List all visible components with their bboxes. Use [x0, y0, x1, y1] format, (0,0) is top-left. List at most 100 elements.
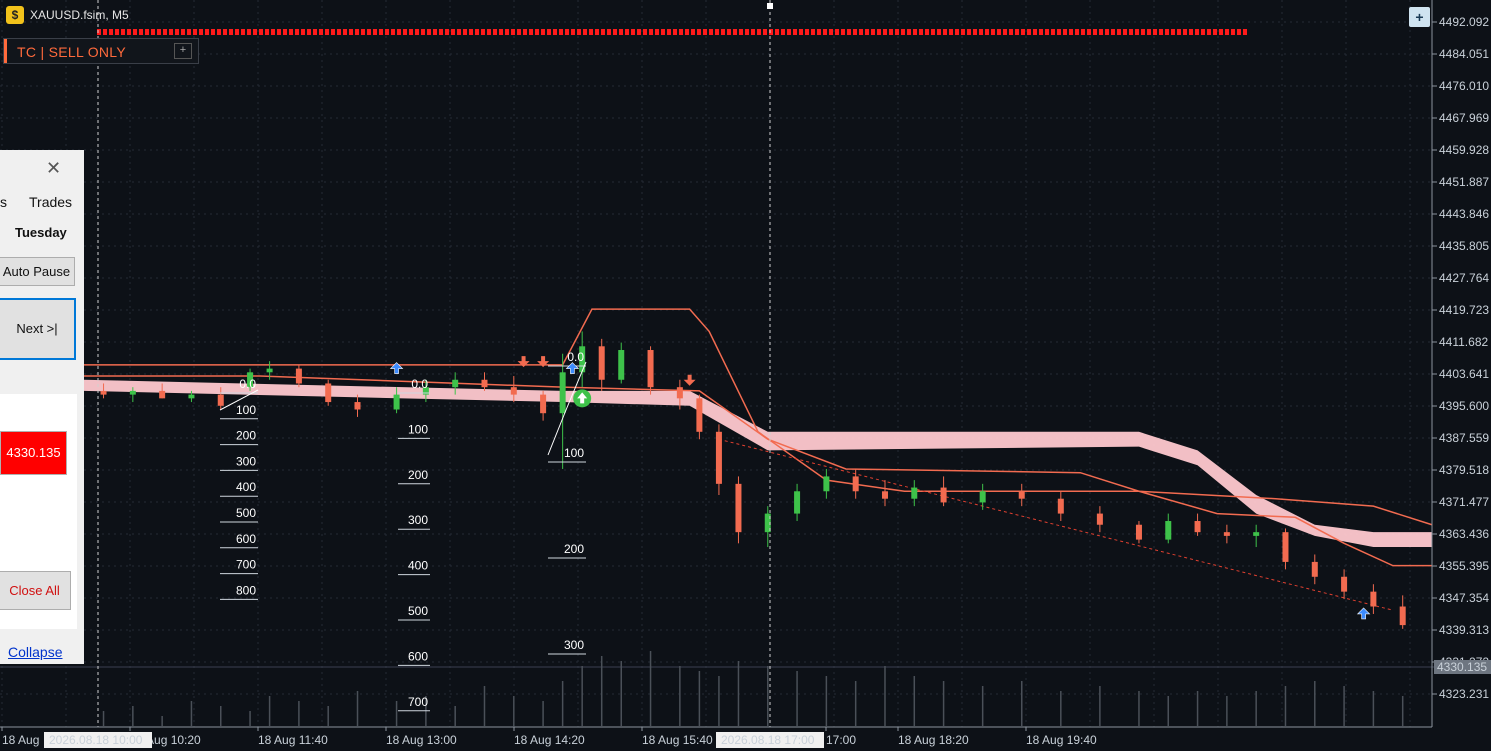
fib-level-label: 0.0 — [411, 377, 428, 391]
fib-levels: 0.0 100 200 300 400 500 600 700 800 0.0 100 200 300 4… — [219, 350, 587, 712]
candle-body — [979, 491, 986, 503]
fib-level-label: 600 — [236, 532, 256, 546]
candle-body — [1341, 576, 1348, 592]
candle-body — [598, 346, 605, 380]
candle-body — [510, 387, 517, 395]
candle-body — [715, 431, 722, 484]
candle-body — [1311, 561, 1318, 577]
chart-grid — [0, 0, 1491, 727]
current-price-label: 4330.135 — [1437, 660, 1487, 674]
candle-body — [696, 398, 703, 432]
candle-body — [1223, 532, 1230, 536]
indicator-lines — [84, 308, 1433, 611]
cursor-time-label-2: 2026.08.18 17:00 — [721, 733, 815, 747]
price-tick-label: 4411.682 — [1439, 335, 1488, 349]
close-icon[interactable]: ✕ — [46, 158, 61, 179]
candle-body — [188, 394, 195, 399]
candle-body — [217, 394, 224, 406]
fib-level-label: 300 — [408, 513, 428, 527]
fib-level-label: 700 — [408, 695, 428, 709]
time-tick-label: 18 Aug 19:40 — [1026, 733, 1097, 747]
fib-level-label: 700 — [236, 558, 256, 572]
time-tick-label: 17:00 — [826, 733, 856, 747]
tc-indicator-box[interactable]: TC | SELL ONLY + — [3, 38, 199, 64]
candle-body — [540, 394, 547, 414]
price-tick-label: 4427.764 — [1439, 271, 1489, 285]
price-tick-label: 4339.313 — [1439, 623, 1489, 637]
collapse-link[interactable]: Collapse — [8, 644, 62, 660]
candle-body — [1165, 521, 1172, 540]
candle-body — [354, 402, 361, 410]
up-arrow-icon — [1356, 607, 1371, 620]
up-arrow-icon — [565, 362, 580, 374]
fib-level-label: 300 — [564, 638, 584, 652]
candle-body — [1096, 513, 1103, 525]
next-button[interactable]: Next >| — [0, 298, 76, 360]
close-all-button[interactable]: Close All — [0, 571, 71, 610]
price-tick-label: 4363.436 — [1439, 527, 1489, 541]
fib-level-label: 400 — [408, 559, 428, 573]
down-arrow-icon — [683, 374, 696, 386]
fib-level-label: 200 — [236, 429, 256, 443]
fib-level-label: 100 — [236, 403, 256, 417]
price-tick-label: 4403.641 — [1439, 367, 1489, 381]
candle-body — [1253, 532, 1260, 536]
candle-body — [1194, 521, 1201, 533]
chart-add-button[interactable]: + — [1409, 7, 1430, 27]
fib-level-label: 100 — [564, 446, 584, 460]
candle-body — [735, 483, 742, 533]
candle-body — [823, 476, 830, 492]
auto-pause-button[interactable]: Auto Pause — [0, 257, 75, 286]
tc-expand-button[interactable]: + — [174, 43, 192, 59]
price-chart[interactable]: 0.0 100 200 300 400 500 600 700 800 0.0 100 200 300 4… — [0, 0, 1491, 751]
time-tick-label: 18 Aug 13:00 — [386, 733, 457, 747]
candle-body — [325, 383, 332, 403]
price-tick-label: 4355.395 — [1439, 559, 1489, 573]
candle-body — [940, 487, 947, 503]
candles — [100, 331, 1406, 629]
price-tick-label: 4379.518 — [1439, 463, 1489, 477]
price-tick-label: 4395.600 — [1439, 399, 1489, 413]
candle-body — [129, 390, 136, 395]
fib-level-label: 500 — [236, 506, 256, 520]
candle-body — [393, 394, 400, 410]
candle-body — [911, 487, 918, 499]
candle-body — [1399, 606, 1406, 626]
candle-body — [481, 379, 488, 388]
fib-level-label: 0.0 — [567, 350, 584, 364]
tc-accent-bar — [4, 39, 7, 63]
candle-body — [852, 476, 859, 492]
cloud-band — [84, 379, 1432, 548]
candle-body — [1057, 498, 1064, 514]
fib-level-label: 300 — [236, 454, 256, 468]
price-tick-label: 4443.846 — [1439, 207, 1489, 221]
price-tick-label: 4484.051 — [1439, 47, 1489, 61]
signal-arrows — [97, 29, 1371, 620]
price-tick-label: 4387.559 — [1439, 431, 1489, 445]
candle-body — [266, 368, 273, 373]
candle-body — [159, 390, 166, 399]
candle-body — [647, 350, 654, 388]
fib-level-label: 600 — [408, 649, 428, 663]
cloud-area — [84, 379, 1432, 548]
price-tick-label: 4476.010 — [1439, 79, 1489, 93]
tab-partial[interactable]: s — [0, 194, 7, 210]
candle-body — [1018, 491, 1025, 499]
time-tick-label: 18 Aug — [2, 733, 39, 747]
price-tick-label: 4459.928 — [1439, 143, 1489, 157]
candle-body — [794, 491, 801, 514]
candle-body — [618, 350, 625, 380]
fib-level-label: 200 — [408, 468, 428, 482]
tab-trades[interactable]: Trades — [29, 194, 72, 210]
price-tick-label: 4451.887 — [1439, 175, 1489, 189]
candle-body — [1370, 591, 1377, 607]
fib-level-label: 400 — [236, 480, 256, 494]
candle-body — [295, 368, 302, 384]
trade-panel: ✕ s Trades Tuesday Auto Pause Next >| 43… — [0, 150, 84, 664]
chart-title: XAUUSD.fsim, M5 — [30, 8, 129, 22]
time-tick-label: 18 Aug 18:20 — [898, 733, 969, 747]
fib-level-label: 0.0 — [239, 377, 256, 391]
price-tick-label: 4467.969 — [1439, 111, 1489, 125]
chart-title-bar: $ XAUUSD.fsim, M5 — [6, 5, 129, 25]
fib-anchor — [547, 361, 587, 456]
